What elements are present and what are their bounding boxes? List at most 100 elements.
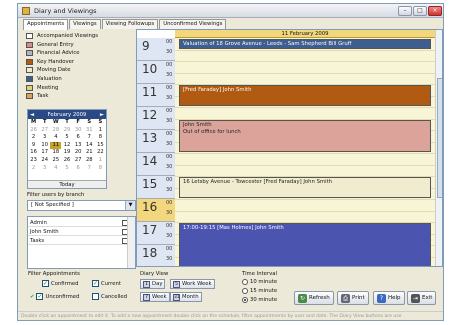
category-swatch	[26, 93, 33, 100]
appointment-block[interactable]: [Fred Faraday] John Smith	[179, 85, 431, 106]
hour-row: 17 00 30	[137, 222, 175, 245]
calendar-day[interactable]: 4	[50, 134, 61, 142]
calendar-day[interactable]: 4	[50, 165, 61, 173]
calendar-day[interactable]: 1	[95, 127, 106, 135]
user-row[interactable]: Admin	[28, 219, 129, 227]
branch-select[interactable]: [ Not Specified ] ▼	[27, 200, 136, 211]
user-row[interactable]: John Smith	[28, 228, 129, 236]
confirmed-checkbox[interactable]: ✓ Confirmed	[42, 280, 79, 287]
calendar-day[interactable]: 30	[73, 127, 84, 135]
calendar-day[interactable]: 19	[61, 149, 72, 157]
week-view-button[interactable]: 7 Week	[140, 292, 170, 302]
calendar-day[interactable]: 3	[39, 134, 50, 142]
calendar-day[interactable]: 7	[84, 134, 95, 142]
weekday-label: T	[65, 119, 69, 125]
tab-viewings[interactable]: Viewings	[69, 19, 101, 29]
prev-month-button[interactable]: ◄	[30, 112, 34, 118]
minute-label: 30	[166, 141, 173, 147]
calendar-day[interactable]: 31	[84, 127, 95, 135]
interval-30-radio[interactable]: 30 minute	[242, 297, 277, 303]
user-list-scrollbar[interactable]	[127, 217, 135, 268]
calendar-day[interactable]: 2	[28, 134, 39, 142]
work-week-view-button[interactable]: 5 Work Week	[170, 279, 215, 289]
calendar-day[interactable]: 5	[61, 165, 72, 173]
calendar-day[interactable]: 6	[73, 165, 84, 173]
scrollbar-thumb[interactable]	[437, 78, 442, 198]
category-item: Meeting	[26, 84, 58, 92]
calendar-day[interactable]: 25	[50, 157, 61, 165]
user-row[interactable]: Tasks	[28, 237, 129, 245]
calendar-day[interactable]: 24	[39, 157, 50, 165]
minute-label: 30	[166, 187, 173, 193]
calendar-day[interactable]: 3	[39, 165, 50, 173]
calendar-day[interactable]: 28	[84, 157, 95, 165]
calendar-day[interactable]: 22	[95, 149, 106, 157]
tab-unconfirmed-viewings[interactable]: Unconfirmed Viewings	[159, 19, 227, 29]
calendar-day[interactable]: 15	[95, 142, 106, 150]
refresh-button[interactable]: ↻ Refresh	[294, 291, 334, 305]
calendar-day[interactable]: 21	[84, 149, 95, 157]
cancelled-checkbox[interactable]: Cancelled	[92, 293, 127, 300]
calendar-day[interactable]: 27	[39, 127, 50, 135]
calendar-day[interactable]: 18	[50, 149, 61, 157]
calendar-day[interactable]: 29	[61, 127, 72, 135]
schedule-scrollbar[interactable]	[435, 30, 442, 266]
appointment-block[interactable]: John Smith Out of office for lunch	[179, 119, 431, 152]
interval-10-radio[interactable]: 10 minute	[242, 279, 277, 285]
calendar-day[interactable]: 6	[73, 134, 84, 142]
month-view-button[interactable]: 31 Month	[170, 292, 202, 302]
time-slot-grid[interactable]: Valuation of 18 Grove Avenue - Leeds - S…	[175, 38, 435, 266]
exit-button[interactable]: ⇥ Exit	[407, 291, 437, 305]
today-button[interactable]: Today	[28, 180, 106, 188]
refresh-label: Refresh	[309, 295, 330, 301]
minute-label: 00	[166, 39, 173, 45]
close-button[interactable]: ×	[428, 6, 442, 16]
calendar-day[interactable]: 28	[50, 127, 61, 135]
calendar-day[interactable]: 1	[95, 157, 106, 165]
calendar-day[interactable]: 10	[39, 142, 50, 150]
help-button[interactable]: ? Help	[373, 291, 405, 305]
calendar-day[interactable]: 23	[28, 157, 39, 165]
interval-15-radio[interactable]: 15 minute	[242, 288, 277, 294]
minimize-button[interactable]: –	[398, 6, 412, 16]
chevron-down-icon[interactable]: ▼	[125, 201, 135, 210]
calendar-day[interactable]: 8	[95, 165, 106, 173]
calendar-day[interactable]: 16	[28, 149, 39, 157]
calendar-day[interactable]: 12	[61, 142, 72, 150]
appointment-block[interactable]: 16 Letsby Avenue - Towcester [Fred Farad…	[179, 177, 431, 198]
hour-row: 18 00 30	[137, 245, 175, 266]
current-checkbox[interactable]: ✓ Current	[92, 280, 121, 287]
calendar-day[interactable]: 11	[50, 141, 62, 150]
print-button[interactable]: ⎙ Print	[337, 291, 369, 305]
appointment-block[interactable]: 17:00-19:15 [Mas Holmes] John Smith	[179, 223, 431, 266]
next-month-button[interactable]: ►	[100, 112, 104, 118]
tab-viewing-followups[interactable]: Viewing Followups	[101, 19, 159, 29]
maximize-button[interactable]: □	[413, 6, 427, 16]
calendar-day[interactable]: 9	[28, 142, 39, 150]
day-view-button[interactable]: 1 Day	[140, 279, 166, 289]
calendar-day[interactable]: 13	[73, 142, 84, 150]
current-label: Current	[101, 280, 121, 287]
category-label: Financial Advice	[37, 50, 80, 57]
appointment-block[interactable]: Valuation of 18 Grove Avenue - Leeds - S…	[179, 39, 431, 49]
calendar-day[interactable]: 14	[84, 142, 95, 150]
calendar-day[interactable]: 26	[28, 127, 39, 135]
day-schedule[interactable]: 11 February 2009 9 00 30 10 00 30 11 00 30 12 00 30…	[136, 29, 443, 267]
calendar-day[interactable]: 5	[61, 134, 72, 142]
category-swatch	[26, 84, 33, 91]
calendar-day[interactable]: 27	[73, 157, 84, 165]
calendar-day[interactable]: 26	[61, 157, 72, 165]
hour-row: 9 00 30	[137, 38, 175, 61]
tick-icon: ✔	[30, 293, 35, 300]
slot-divider	[175, 107, 435, 108]
calendar-day[interactable]: 7	[84, 165, 95, 173]
calendar-weekday-row: MTWTFSS	[28, 119, 106, 127]
calendar-day[interactable]: 2	[28, 165, 39, 173]
unconfirmed-checkbox[interactable]: ✔ ✓ Unconfirmed	[30, 293, 79, 300]
calendar-day[interactable]: 20	[73, 149, 84, 157]
check-icon: ✓	[36, 293, 44, 300]
user-name: Admin	[30, 220, 47, 226]
calendar-day[interactable]: 17	[39, 149, 50, 157]
hour-label: 16	[142, 200, 158, 214]
calendar-day[interactable]: 8	[95, 134, 106, 142]
